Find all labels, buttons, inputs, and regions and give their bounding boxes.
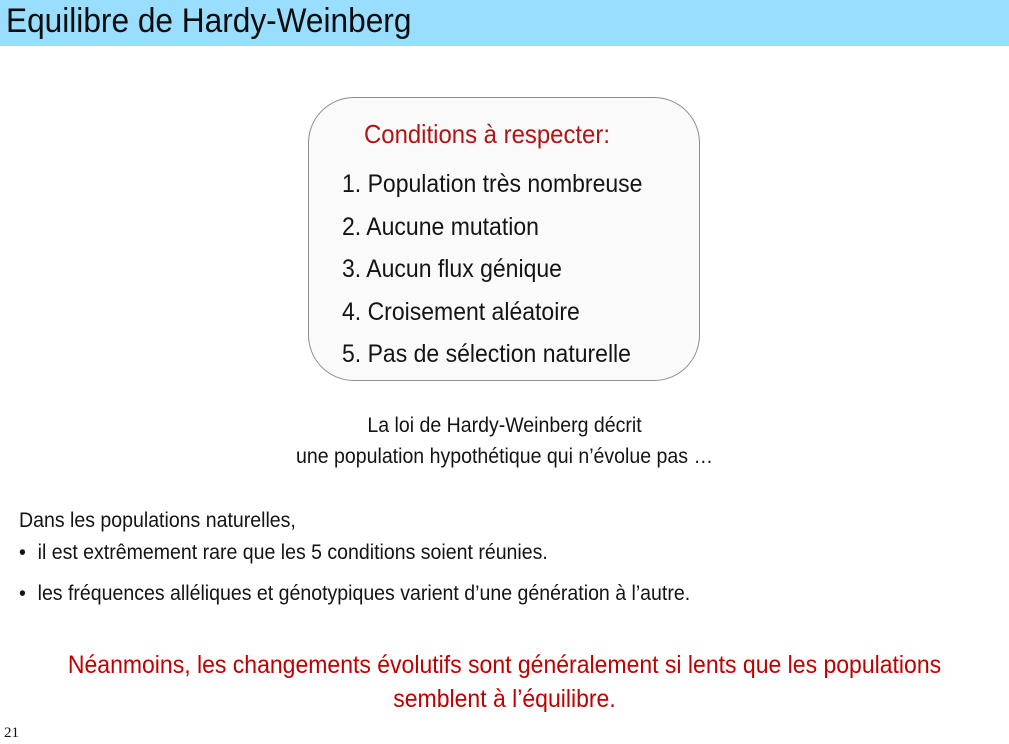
natural-populations-bullets: • il est extrêmement rare que les 5 condi…: [19, 539, 741, 621]
condition-item: 5. Pas de sélection naturelle: [342, 340, 631, 368]
natural-populations-intro: Dans les populations naturelles,: [19, 509, 296, 532]
condition-item: 4. Croisement aléatoire: [342, 297, 580, 326]
bullet-icon: •: [19, 582, 26, 605]
condition-item: 2. Aucune mutation: [342, 212, 539, 241]
bullet-text: il est extrêmement rare que les 5 condit…: [37, 541, 548, 564]
bullet-text: les fréquences alléliques et génotypique…: [37, 582, 691, 605]
conditions-list: 1. Population très nombreuse 2. Aucune m…: [342, 168, 669, 381]
hardy-weinberg-statement: La loi de Hardy-Weinberg décrit une popu…: [0, 410, 1009, 472]
slide-number: 21: [4, 725, 19, 741]
bullet-icon: •: [19, 541, 26, 564]
conclusion-line: Néanmoins, les changements évolutifs son…: [67, 651, 942, 679]
conclusion: Néanmoins, les changements évolutifs son…: [0, 648, 1009, 716]
conditions-heading: Conditions à respecter:: [364, 119, 610, 149]
statement-line: une population hypothétique qui n’évolue…: [296, 445, 713, 468]
statement-line: La loi de Hardy-Weinberg décrit: [367, 414, 642, 437]
slide-title-bar: Equilibre de Hardy-Weinberg: [0, 0, 1009, 46]
condition-item: 3. Aucun flux génique: [342, 255, 562, 283]
bullet-item: • il est extrêmement rare que les 5 condi…: [19, 539, 690, 580]
slide-title: Equilibre de Hardy-Weinberg: [6, 2, 412, 40]
condition-item: 1. Population très nombreuse: [342, 170, 643, 198]
conclusion-line: semblent à l’équilibre.: [393, 685, 616, 713]
bullet-item: • les fréquences alléliques et génotypiqu…: [19, 580, 690, 621]
